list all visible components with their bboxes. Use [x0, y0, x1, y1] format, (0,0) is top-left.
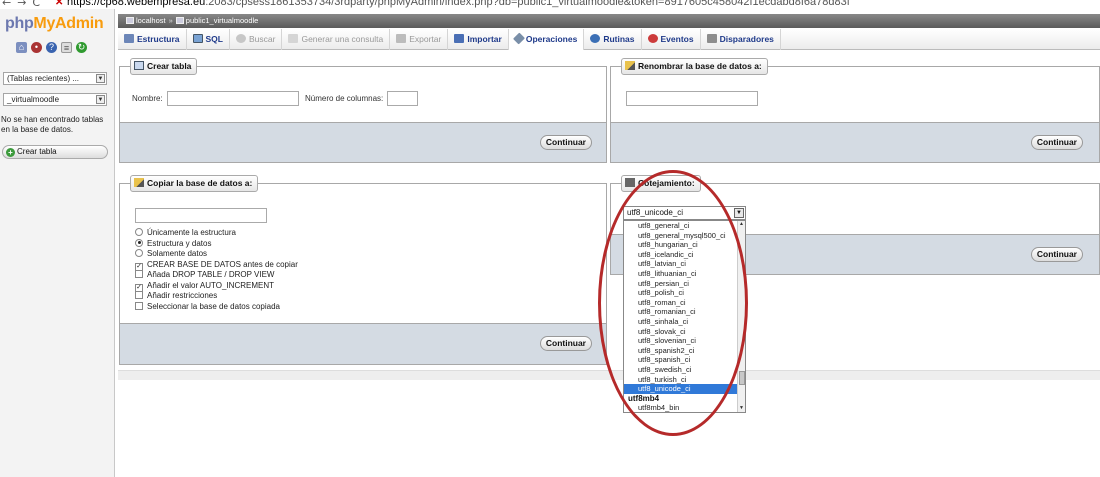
create-db-before-copy-checkbox[interactable]: ✓ CREAR BASE DE DATOS antes de copiar — [135, 260, 298, 271]
scrollbar-thumb[interactable] — [739, 371, 745, 385]
create-table-fieldset: Crear tabla Nombre: Número de columnas: … — [119, 58, 607, 163]
server-icon — [126, 17, 134, 24]
checkbox-icon — [135, 291, 143, 299]
collation-continue-button[interactable]: Continuar — [1030, 247, 1083, 262]
table-name-label: Nombre: — [132, 94, 163, 103]
chevron-down-icon: ▼ — [96, 95, 105, 104]
breadcrumb: localhost» public1_virtualmoodle — [118, 14, 1100, 28]
back-forward-reload-icons[interactable]: ←→C — [2, 0, 46, 9]
rename-db-legend: Renombrar la base de datos a: — [621, 58, 768, 75]
switch-to-copied-db-checkbox[interactable]: Seleccionar la base de datos copiada — [135, 301, 280, 312]
database-select[interactable]: _virtualmoodle ▼ — [3, 93, 107, 106]
checkbox-icon — [135, 270, 143, 278]
structure-icon — [124, 34, 134, 43]
chevron-down-icon: ▼ — [734, 208, 744, 218]
tab-structure[interactable]: Estructura — [118, 29, 187, 50]
tab-import[interactable]: Importar — [448, 29, 509, 50]
collation-icon — [625, 178, 635, 187]
radio-icon — [135, 228, 143, 236]
reload-icon[interactable]: ↻ — [76, 42, 87, 53]
certificate-error-icon: ✕ — [55, 0, 64, 8]
tab-sql[interactable]: SQL — [187, 29, 230, 50]
documentation-icon[interactable]: ≡ — [61, 42, 72, 53]
checkbox-icon — [135, 301, 143, 310]
search-icon — [236, 34, 246, 43]
copy-db-input[interactable] — [135, 208, 267, 223]
triggers-icon — [706, 34, 717, 43]
add-icon: + — [6, 148, 15, 157]
create-table-footer: Continuar — [120, 122, 606, 162]
columns-count-input[interactable] — [387, 91, 418, 106]
chevron-down-icon: ▼ — [96, 74, 105, 83]
add-drop-table-checkbox[interactable]: Añada DROP TABLE / DROP VIEW — [135, 270, 274, 280]
events-icon — [647, 34, 658, 43]
export-icon — [396, 34, 407, 43]
routines-icon — [590, 34, 601, 43]
recent-tables-select[interactable]: (Tablas recientes) ... ▼ — [3, 72, 107, 85]
breadcrumb-database[interactable]: public1_virtualmoodle — [186, 16, 259, 25]
browser-url-bar[interactable]: ←→C ✕ https://cp68.webempresa.eu:2083/cp… — [0, 0, 1100, 9]
tab-operations[interactable]: Operaciones — [508, 29, 585, 50]
database-icon — [175, 17, 184, 24]
exit-icon[interactable]: • — [31, 42, 42, 53]
url-text[interactable]: https://cp68.webempresa.eu:2083/cpsess18… — [67, 0, 850, 8]
home-icon[interactable]: ⌂ — [16, 42, 27, 53]
copy-data-only-radio[interactable]: Solamente datos — [135, 249, 207, 259]
sql-icon — [192, 34, 203, 43]
radio-selected-icon — [135, 238, 143, 247]
operations-icon — [512, 32, 525, 45]
nav-icon-bar: ⌂ • ? ≡ ↻ — [16, 42, 87, 53]
query-icon — [288, 34, 299, 43]
copy-structure-only-radio[interactable]: Únicamente la estructura — [135, 228, 236, 238]
tab-search[interactable]: Buscar — [230, 29, 283, 50]
copy-db-fieldset: Copiar la base de datos a: Únicamente la… — [119, 175, 607, 365]
breadcrumb-server[interactable]: localhost — [136, 16, 166, 25]
rename-db-footer: Continuar — [611, 122, 1099, 162]
help-icon[interactable]: ? — [46, 42, 57, 53]
copy-db-continue-button[interactable]: Continuar — [539, 336, 592, 351]
tab-routines[interactable]: Rutinas — [584, 29, 642, 50]
add-constraints-checkbox[interactable]: Añadir restricciones — [135, 291, 217, 301]
copy-db-footer: Continuar — [120, 323, 606, 364]
rename-db-fieldset: Renombrar la base de datos a: Continuar — [610, 58, 1100, 163]
tab-export[interactable]: Exportar — [390, 29, 449, 50]
create-table-legend: Crear tabla — [130, 58, 198, 75]
table-icon — [134, 61, 144, 70]
table-name-input[interactable] — [167, 91, 299, 106]
pencil-icon — [134, 178, 144, 187]
tab-triggers[interactable]: Disparadores — [701, 29, 781, 50]
copy-db-legend: Copiar la base de datos a: — [130, 175, 259, 192]
tab-events[interactable]: Eventos — [642, 29, 701, 50]
tab-query[interactable]: Generar una consulta — [282, 29, 391, 50]
scroll-up-icon[interactable]: ▲ — [738, 221, 745, 228]
import-icon — [454, 34, 465, 43]
pencil-icon — [625, 61, 635, 70]
radio-icon — [135, 249, 143, 257]
create-table-continue-button[interactable]: Continuar — [539, 135, 592, 150]
columns-count-label: Número de columnas: — [305, 94, 384, 103]
no-tables-message: No se han encontrado tablas en la base d… — [1, 115, 104, 134]
create-table-link[interactable]: + Crear tabla — [2, 145, 108, 159]
scroll-down-icon[interactable]: ▼ — [738, 405, 745, 412]
add-auto-increment-checkbox[interactable]: ✓ Añadir el valor AUTO_INCREMENT — [135, 281, 274, 292]
rename-db-continue-button[interactable]: Continuar — [1030, 135, 1083, 150]
annotation-ellipse — [598, 170, 748, 436]
rename-db-input[interactable] — [626, 91, 758, 106]
left-navigation-panel: phpMyAdmin ⌂ • ? ≡ ↻ (Tablas recientes) … — [0, 9, 115, 477]
phpmyadmin-logo[interactable]: phpMyAdmin — [5, 15, 104, 33]
copy-structure-and-data-radio[interactable]: Estructura y datos — [135, 238, 211, 249]
tab-bar: Estructura SQL Buscar Generar una consul… — [118, 29, 1100, 50]
